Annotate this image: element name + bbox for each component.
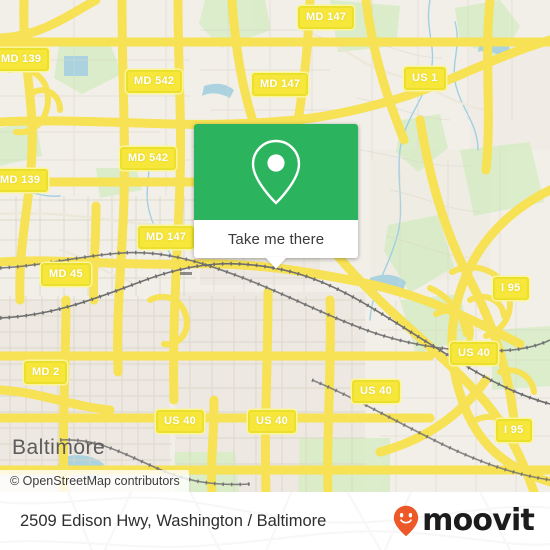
address-label: 2509 Edison Hwy, Washington / Baltimore (20, 511, 327, 530)
road-shield[interactable]: US 40 (450, 342, 499, 365)
road-shield[interactable]: US 40 (156, 410, 205, 433)
moovit-smiley-pin-icon (393, 505, 419, 537)
road-shield[interactable]: I 95 (493, 277, 529, 300)
road-shield[interactable]: MD 45 (41, 263, 91, 286)
moovit-wordmark: moovit (422, 503, 535, 538)
footer-content: 2509 Edison Hwy, Washington / Baltimore … (0, 492, 550, 550)
road-shield[interactable]: I 95 (496, 419, 532, 442)
popup-header (194, 124, 358, 220)
road-shield[interactable]: US 40 (352, 380, 401, 403)
map-pin-icon (251, 139, 301, 205)
road-shield[interactable]: MD 147 (252, 73, 309, 96)
road-shield[interactable]: MD 147 (138, 226, 195, 249)
road-shield[interactable]: US 1 (404, 67, 446, 90)
footer-bar: 2509 Edison Hwy, Washington / Baltimore … (0, 492, 550, 550)
road-shield[interactable]: US 40 (248, 410, 297, 433)
popup-pointer-tail (265, 257, 287, 269)
map-attribution[interactable]: © OpenStreetMap contributors (0, 470, 189, 492)
take-me-there-label: Take me there (227, 230, 325, 248)
map-screen: .rd { stroke:#f7e154; fill:none; stroke-… (0, 0, 550, 550)
city-label-baltimore: Baltimore (12, 436, 106, 459)
road-shield[interactable]: MD 2 (24, 361, 68, 384)
map-canvas[interactable]: .rd { stroke:#f7e154; fill:none; stroke-… (0, 0, 550, 492)
road-shield[interactable]: MD 542 (120, 147, 177, 170)
road-shield[interactable]: MD 139 (0, 48, 50, 71)
moovit-logo[interactable]: moovit (393, 503, 535, 538)
attribution-text: © OpenStreetMap contributors (10, 474, 180, 488)
popup-footer[interactable]: Take me there (194, 220, 358, 269)
road-shield[interactable]: MD 147 (298, 6, 355, 29)
road-shield[interactable]: MD 139 (0, 169, 49, 192)
road-shield[interactable]: MD 542 (126, 70, 183, 93)
location-popup[interactable]: Take me there (194, 124, 358, 269)
